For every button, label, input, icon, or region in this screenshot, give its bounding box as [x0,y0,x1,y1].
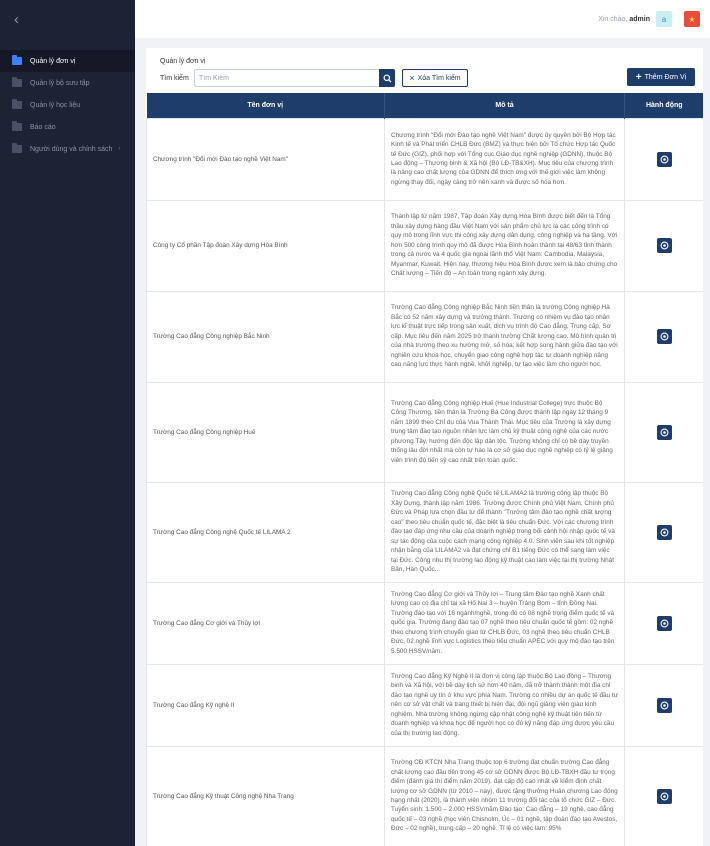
search-button[interactable] [379,69,395,87]
sidebar: ‹ Quản lý đơn vị Quản lý bộ sưu tập Quản… [0,0,135,846]
view-icon [660,528,668,536]
view-unit-button[interactable] [656,238,672,253]
search-input[interactable] [194,69,380,87]
unit-description-cell: Trường CĐ KTCN Nha Trang thuộc top 6 trư… [384,745,625,846]
unit-description-cell: Trường Cao đẳng Kỹ Nghệ II là đơn vị côn… [384,663,625,747]
action-cell [624,290,703,383]
chevron-right-icon: › [118,146,121,152]
unit-name-cell: Trường Cao đẳng Công nghệ Quốc tế LILAMA… [146,481,385,583]
view-unit-button[interactable] [656,697,672,713]
clear-search-button[interactable]: × Xóa Tìm kiếm [402,69,468,87]
folder-icon [12,55,22,65]
unit-name-cell: Trường Cao đẳng Cơ giới và Thủy lợi [146,581,385,665]
sidebar-item-label: Quản lý học liệu [30,101,81,109]
column-header-actions: Hành động [624,93,703,118]
view-icon [660,792,668,800]
action-cell [624,581,703,665]
sidebar-item-collection-management[interactable]: Quản lý bộ sưu tập [0,72,135,94]
add-unit-button[interactable]: + Thêm Đơn Vị [627,68,695,86]
unit-name-cell: Trường Cao đẳng Kỹ nghệ II [146,663,385,747]
sidebar-header: ‹ [0,0,135,38]
unit-description-cell: Thành lập từ năm 1987, Tập đoàn Xây dựng… [384,199,625,292]
folder-icon [12,143,22,153]
sidebar-item-reports[interactable]: Báo cáo [0,116,135,138]
column-header-name: Tên đơn vị [146,93,385,118]
view-unit-button[interactable] [656,424,672,440]
sidebar-menu: Quản lý đơn vị Quản lý bộ sưu tập Quản l… [0,50,135,160]
view-unit-button[interactable] [656,615,672,631]
view-icon [660,619,668,627]
unit-description-cell: Chương trình "Đổi mới Đào tạo nghề Việt … [384,117,625,201]
plus-icon: + [635,71,642,83]
view-icon [660,332,668,341]
view-icon [660,701,668,709]
sidebar-item-label: Quản lý bộ sưu tập [30,79,90,87]
column-header-description: Mô tả [384,93,625,118]
table-row: Trường Cao đẳng Công nghiệp Bắc Ninh Trườ… [146,290,703,383]
table-row: Trường Cao đẳng Công nghệ Quốc tế LILAMA… [146,481,703,583]
unit-name-cell: Công ty Cổ phần Tập đoàn Xây dựng Hòa Bì… [146,199,385,292]
view-unit-button[interactable] [656,524,672,540]
greeting: Xin chào, admin [598,16,650,23]
action-cell [624,481,703,583]
unit-description-cell: Trường Cao đẳng Công nghiệp Huế (Hue Ind… [384,381,625,483]
unit-name-cell: Trường Cao đẳng Công nghiệp Bắc Ninh [146,290,385,383]
action-cell [624,381,703,483]
close-icon: × [409,73,415,83]
view-unit-button[interactable] [656,151,672,167]
breadcrumb: Quản lý đơn vị [160,58,206,65]
vietnam-flag-icon[interactable]: ★ [684,11,700,27]
folder-icon [12,121,22,131]
sidebar-item-label: Quản lý đơn vị [30,57,76,65]
view-unit-button[interactable] [656,329,672,344]
top-bar: Xin chào, admin a ★ [135,0,710,38]
table-header: Tên đơn vị Mô tả Hành động [146,93,703,118]
add-unit-label: Thêm Đơn Vị [644,73,687,81]
clear-search-label: Xóa Tìm kiếm [417,74,461,82]
action-cell [624,117,703,201]
unit-name-cell: Chương trình "Đổi mới Đào tạo nghề Việt … [146,117,385,201]
greeting-text: Xin chào, [598,15,628,23]
sidebar-item-users-policies[interactable]: Người dùng và chính sách › [0,138,135,160]
sidebar-item-material-management[interactable]: Quản lý học liệu [0,94,135,116]
unit-description-cell: Trường Cao đẳng Công nghệ Quốc tế LILAMA… [384,481,625,583]
action-cell [624,199,703,292]
avatar[interactable]: a [656,11,672,27]
view-icon [660,241,668,250]
action-cell [624,663,703,747]
unit-description-cell: Trường Cao đẳng Công nghiệp Bắc Ninh tiề… [384,290,625,383]
view-unit-button[interactable] [656,788,672,804]
view-icon [660,428,668,436]
sidebar-item-label: Báo cáo [30,123,56,131]
table-row: Trường Cao đẳng Kỹ nghệ II Trường Cao đẳn… [146,663,703,747]
unit-name-cell: Trường Cao đẳng Kỹ thuật Công nghệ Nha T… [146,745,385,846]
view-icon [660,155,668,163]
table-row: Trường Cao đẳng Công nghiệp Huế Trường Ca… [146,381,703,483]
table-row: Công ty Cổ phần Tập đoàn Xây dựng Hòa Bì… [146,199,703,292]
search-icon [382,73,392,83]
folder-icon [12,99,22,109]
username: admin [629,15,650,23]
unit-name-cell: Trường Cao đẳng Công nghiệp Huế [146,381,385,483]
unit-description-cell: Trường Cao đẳng Cơ giới và Thủy lợi – Tr… [384,581,625,665]
folder-icon [12,77,22,87]
collapse-sidebar-icon[interactable]: ‹ [14,12,19,27]
action-cell [624,745,703,846]
units-table: Tên đơn vị Mô tả Hành động Chương trình … [146,93,703,846]
table-row: Trường Cao đẳng Cơ giới và Thủy lợi Trườn… [146,581,703,665]
main-content: Quản lý đơn vị Tìm kiếm × Xóa Tìm kiếm +… [146,48,703,846]
table-row: Trường Cao đẳng Kỹ thuật Công nghệ Nha T… [146,745,703,846]
table-row: Chương trình "Đổi mới Đào tạo nghề Việt … [146,117,703,201]
sidebar-item-unit-management[interactable]: Quản lý đơn vị [0,50,135,72]
search-label: Tìm kiếm [160,75,189,82]
sidebar-item-label: Người dùng và chính sách [30,145,113,153]
